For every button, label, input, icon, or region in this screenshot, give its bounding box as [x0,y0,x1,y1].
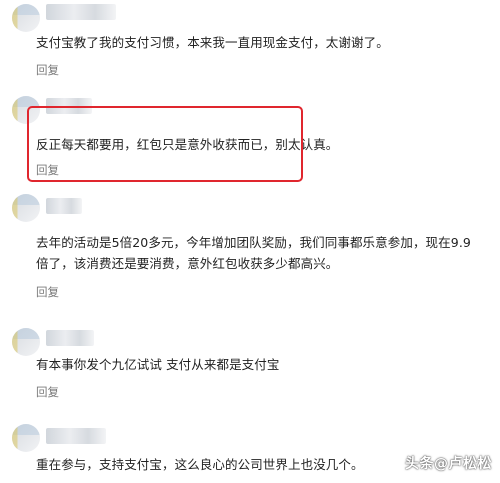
username-blurred [46,330,94,346]
avatar[interactable] [12,4,40,32]
avatar-image [12,194,40,222]
comment-item: 支付宝教了我的支付习惯，本来我一直用现金支付，太谢谢了。 回复 [0,0,500,90]
username-blurred [46,428,106,444]
comment-item: 重在参与，支持支付宝，这么良心的公司世界上也没几个。 [0,420,500,483]
comment-text: 支付宝教了我的支付习惯，本来我一直用现金支付，太谢谢了。 [36,35,389,50]
watermark: 头条@卢松松 [405,456,492,472]
avatar-image [12,328,40,356]
avatar[interactable] [12,328,40,356]
avatar[interactable] [12,194,40,222]
avatar[interactable] [12,424,40,452]
comment-text: 有本事你发个九亿试试 支付从来都是支付宝 [36,357,280,372]
username-blurred [46,198,82,214]
comment-text: 去年的活动是5倍20多元，今年增加团队奖励，我们同事都乐意参加，现在9.9倍了，… [36,235,471,271]
comment-item: 有本事你发个九亿试试 支付从来都是支付宝 回复 [0,320,500,410]
username-blurred [46,4,116,20]
highlight-box [27,106,303,182]
avatar-image [12,4,40,32]
avatar-image [12,424,40,452]
reply-button[interactable]: 回复 [36,284,59,300]
reply-button[interactable]: 回复 [36,384,59,400]
comment-item: 去年的活动是5倍20多元，今年增加团队奖励，我们同事都乐意参加，现在9.9倍了，… [0,190,500,310]
reply-button[interactable]: 回复 [36,62,59,78]
